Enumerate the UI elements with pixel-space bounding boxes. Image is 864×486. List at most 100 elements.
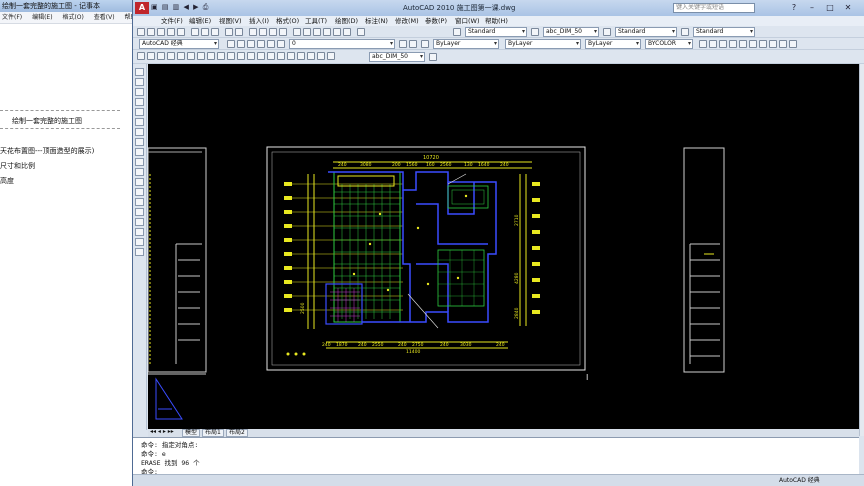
design-center-icon[interactable] [303,28,311,36]
markup-icon[interactable] [333,28,341,36]
menu-modify[interactable]: 修改(M) [395,16,419,26]
menu-view[interactable]: 视图(V) [219,16,242,26]
text-style-select[interactable]: Standard [465,27,527,37]
tab-layout1[interactable]: 布局1 [202,429,224,437]
ellipse-icon[interactable] [135,158,144,166]
workspace-switch[interactable]: AutoCAD 经典 [779,475,820,486]
dim-text-edit-icon[interactable] [317,52,325,60]
linear-dim-icon[interactable] [137,52,145,60]
menu-window[interactable]: 窗口(W) [455,16,480,26]
radius-icon[interactable] [177,52,185,60]
match-prop-icon[interactable] [699,40,707,48]
diameter-icon[interactable] [197,52,205,60]
plotstyle-select[interactable]: BYCOLOR [645,39,693,49]
menu-parametric[interactable]: 参数(P) [425,16,447,26]
center-mark-icon[interactable] [277,52,285,60]
quick-dim-icon[interactable] [217,52,225,60]
tab-nav-arrows[interactable]: ◂◂ ◂ ▸ ▸▸ [148,429,176,437]
ellipse-arc-icon[interactable] [135,168,144,176]
dim-edit-icon[interactable] [307,52,315,60]
table-style-icon[interactable] [603,28,611,36]
arc-length-icon[interactable] [157,52,165,60]
undo-icon[interactable] [225,28,233,36]
mtext-icon[interactable] [135,248,144,256]
menu-help[interactable]: 帮助(H) [485,16,508,26]
vertical-scrollbar[interactable] [859,64,864,436]
save-icon[interactable] [157,28,165,36]
table-icon[interactable] [135,238,144,246]
zoom-previous-icon[interactable] [279,28,287,36]
autocad-window[interactable]: A ▣ ▤ ▥ ◀ ▶ ⎙ AutoCAD 2010 施工图第一课.dwg 键入… [132,0,864,486]
arc-icon[interactable] [135,118,144,126]
inspection-icon[interactable] [287,52,295,60]
construction-line-icon[interactable] [135,78,144,86]
tool-palettes-icon[interactable] [313,28,321,36]
hatch-icon[interactable] [135,208,144,216]
dim-style-icon[interactable] [531,28,539,36]
notepad-menu-edit[interactable]: 编辑(E) [32,14,52,21]
copy-icon[interactable] [201,28,209,36]
maximize-icon[interactable]: □ [823,2,837,13]
calculator-icon[interactable] [343,28,351,36]
quick-select-icon[interactable] [709,40,717,48]
notepad-menu-view[interactable]: 查看(V) [94,14,115,21]
multileader-style-select[interactable]: Standard [693,27,755,37]
notepad-menu-format[interactable]: 格式(O) [62,14,83,21]
jogged-linear-icon[interactable] [297,52,305,60]
bulb-icon[interactable] [247,40,255,48]
polygon-icon[interactable] [135,98,144,106]
sheet-set-icon[interactable] [323,28,331,36]
menu-insert[interactable]: 插入(I) [249,16,269,26]
notepad-menu-file[interactable]: 文件(F) [2,14,22,21]
notepad-window[interactable]: 绘制一套完整的施工图 - 记事本 文件(F) 编辑(E) 格式(O) 查看(V)… [0,0,146,486]
dim-update-icon[interactable] [327,52,335,60]
dim-break-icon[interactable] [257,52,265,60]
quick-access-toolbar[interactable]: ▣ ▤ ▥ ◀ ▶ ⎙ [151,3,209,12]
layer-merge-icon[interactable] [779,40,787,48]
layer-delete-icon[interactable] [789,40,797,48]
insert-block-icon[interactable] [135,178,144,186]
preview-icon[interactable] [177,28,185,36]
layer-state-icon[interactable] [237,40,245,48]
region-icon[interactable] [135,228,144,236]
continue-icon[interactable] [237,52,245,60]
tolerance-icon[interactable] [267,52,275,60]
help-search-input[interactable]: 键入关键字或短语 [673,3,755,13]
menu-file[interactable]: 文件(F) [161,16,183,26]
line-icon[interactable] [135,68,144,76]
cut-icon[interactable] [191,28,199,36]
dim-space-icon[interactable] [247,52,255,60]
tab-model[interactable]: 模型 [182,429,201,437]
color-icon[interactable] [421,40,429,48]
menu-draw[interactable]: 绘图(D) [335,16,358,26]
properties-icon[interactable] [293,28,301,36]
drawing-canvas[interactable]: 10720 240 3080 200 1560 160 2560 130 164… [148,64,859,429]
table-style-select[interactable]: Standard [615,27,677,37]
layer-lock-icon[interactable] [749,40,757,48]
menu-tools[interactable]: 工具(T) [305,16,327,26]
print-icon[interactable] [167,28,175,36]
jogged-icon[interactable] [187,52,195,60]
sun-icon[interactable] [257,40,265,48]
minimize-icon[interactable]: – [805,2,819,13]
command-window[interactable]: 命令: 指定对角点: 命令: e ERASE 找到 96 个 命令: [133,437,859,476]
rectangle-icon[interactable] [135,108,144,116]
layer-previous-icon[interactable] [409,40,417,48]
dim-style-select-2[interactable]: abc_DIM_50 [369,52,425,62]
layer-unlock-icon[interactable] [759,40,767,48]
multileader-style-icon[interactable] [681,28,689,36]
aligned-dim-icon[interactable] [147,52,155,60]
color-select[interactable]: ByLayer [433,39,499,49]
color-square-icon[interactable] [277,40,285,48]
point-icon[interactable] [135,198,144,206]
layer-off-icon[interactable] [719,40,727,48]
text-style-icon[interactable] [453,28,461,36]
circle-icon[interactable] [135,128,144,136]
help-button-icon[interactable] [357,28,365,36]
menu-format[interactable]: 格式(O) [276,16,299,26]
make-current-icon[interactable] [399,40,407,48]
close-icon[interactable]: ✕ [841,2,855,13]
dim-style-select[interactable]: abc_DIM_50 [543,27,599,37]
gradient-icon[interactable] [135,218,144,226]
zoom-window-icon[interactable] [269,28,277,36]
